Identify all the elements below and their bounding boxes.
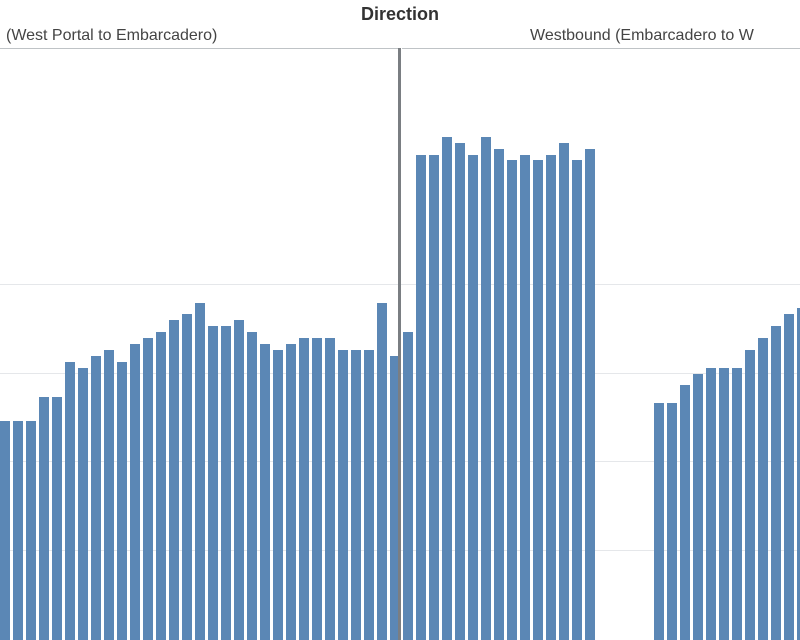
bar: [559, 143, 569, 640]
bar: [78, 368, 88, 640]
bar: [771, 326, 781, 640]
panel-label-eastbound: (West Portal to Embarcadero): [6, 27, 217, 45]
bar: [104, 350, 114, 640]
bar: [416, 155, 426, 640]
bar: [351, 350, 361, 640]
bar: [182, 314, 192, 640]
panel-westbound-b: [654, 48, 800, 640]
bar: [338, 350, 348, 640]
bar: [429, 155, 439, 640]
bar: [325, 338, 335, 640]
bar: [706, 368, 716, 640]
bar: [156, 332, 166, 640]
bar: [572, 160, 582, 640]
bar: [468, 155, 478, 640]
bar: [546, 155, 556, 640]
bar: [364, 350, 374, 640]
bar: [442, 137, 452, 640]
bar: [533, 160, 543, 640]
bar: [130, 344, 140, 640]
bar: [39, 397, 49, 640]
bar: [221, 326, 231, 640]
bar: [455, 143, 465, 640]
chart-title: Direction: [0, 4, 800, 25]
panel-eastbound: [0, 48, 394, 640]
bar: [195, 303, 205, 640]
bar: [719, 368, 729, 640]
bar: [494, 149, 504, 640]
bar: [745, 350, 755, 640]
bar: [0, 421, 10, 640]
bar: [13, 421, 23, 640]
bar: [260, 344, 270, 640]
bar: [286, 344, 296, 640]
bar: [520, 155, 530, 640]
bar: [65, 362, 75, 640]
bar: [234, 320, 244, 640]
bar: [403, 332, 413, 640]
bar: [784, 314, 794, 640]
bar: [585, 149, 595, 640]
bar: [680, 385, 690, 640]
bar: [273, 350, 283, 640]
bar: [732, 368, 742, 640]
bar: [52, 397, 62, 640]
bar: [26, 421, 36, 640]
bar: [667, 403, 677, 640]
bar: [117, 362, 127, 640]
bar: [507, 160, 517, 640]
bar: [312, 338, 322, 640]
bar: [169, 320, 179, 640]
bar: [654, 403, 664, 640]
bar: [481, 137, 491, 640]
bar: [208, 326, 218, 640]
bar: [143, 338, 153, 640]
bar: [377, 303, 387, 640]
bar: [299, 338, 309, 640]
panel-westbound-a: [416, 48, 606, 640]
panel-label-westbound: Westbound (Embarcadero to W: [530, 27, 754, 45]
panel-divider: [398, 48, 401, 640]
bar: [91, 356, 101, 640]
bar: [247, 332, 257, 640]
bar: [693, 374, 703, 640]
bar: [758, 338, 768, 640]
